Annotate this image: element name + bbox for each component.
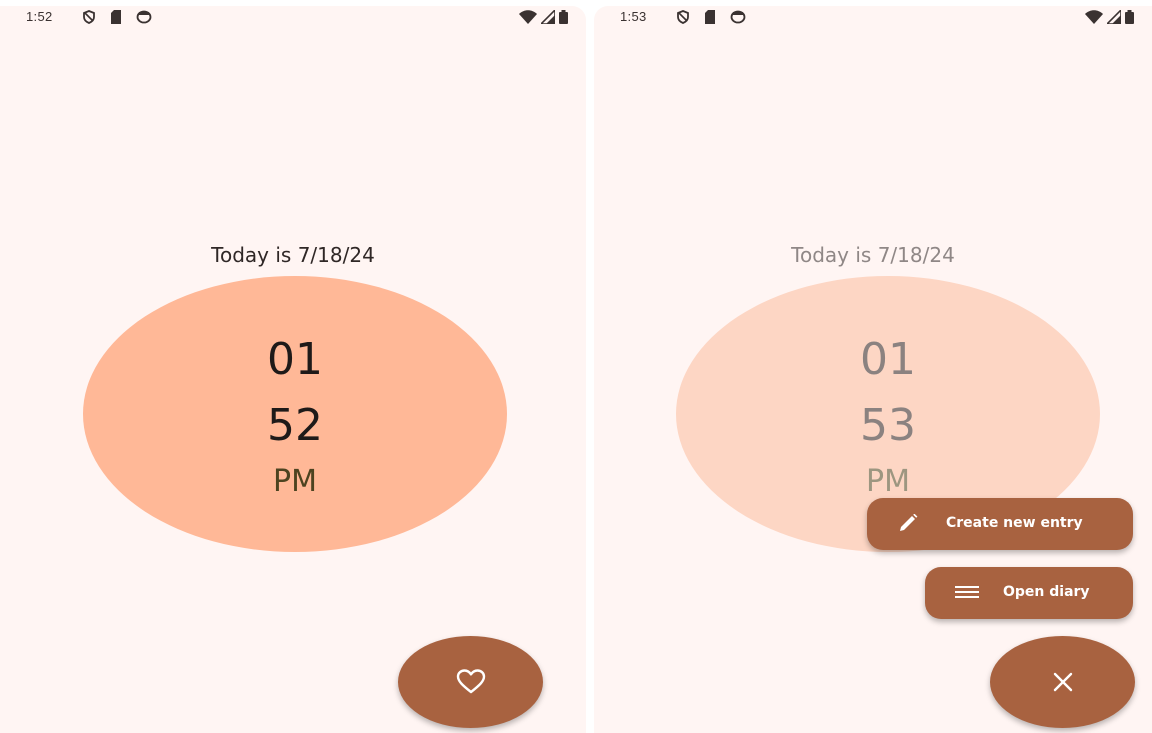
signal-icon [541, 10, 555, 24]
clock-minute: 53 [860, 400, 916, 451]
wifi-icon [519, 10, 537, 24]
heart-icon [456, 669, 485, 694]
vpn-shield-icon [677, 10, 689, 24]
clock-circle: 01 52 PM [83, 276, 507, 552]
status-time: 1:52 [26, 9, 53, 24]
clock-hour: 01 [860, 334, 916, 385]
open-diary-button[interactable]: Open diary [925, 567, 1133, 619]
wifi-icon [1085, 10, 1103, 24]
battery-icon [1125, 10, 1134, 24]
create-new-entry-button[interactable]: Create new entry [867, 498, 1133, 550]
clock-ampm: PM [866, 464, 910, 499]
clock-minute: 52 [267, 400, 323, 451]
close-fab[interactable] [990, 636, 1135, 728]
right-screen: 1:53 Today is 7/18/24 01 53 PM Create ne… [594, 6, 1152, 733]
clock-hour: 01 [267, 334, 323, 385]
data-saver-icon [730, 10, 746, 24]
close-icon [1053, 672, 1072, 692]
create-new-entry-label: Create new entry [946, 515, 1083, 531]
left-screen: 1:52 Today is 7/18/24 01 52 PM [0, 6, 586, 733]
menu-lines-icon [955, 583, 981, 607]
data-saver-icon [136, 10, 152, 24]
open-diary-label: Open diary [1003, 584, 1090, 600]
signal-icon [1107, 10, 1121, 24]
pencil-icon [897, 513, 923, 538]
status-bar: 1:53 [594, 6, 1152, 30]
sim-card-icon [705, 10, 715, 24]
vpn-shield-icon [83, 10, 95, 24]
battery-icon [559, 10, 568, 24]
status-bar: 1:52 [0, 6, 586, 30]
favorite-fab[interactable] [398, 636, 543, 728]
date-text: Today is 7/18/24 [211, 243, 375, 267]
status-time: 1:53 [620, 9, 647, 24]
date-text: Today is 7/18/24 [791, 243, 955, 267]
sim-card-icon [111, 10, 121, 24]
clock-ampm: PM [273, 464, 317, 499]
